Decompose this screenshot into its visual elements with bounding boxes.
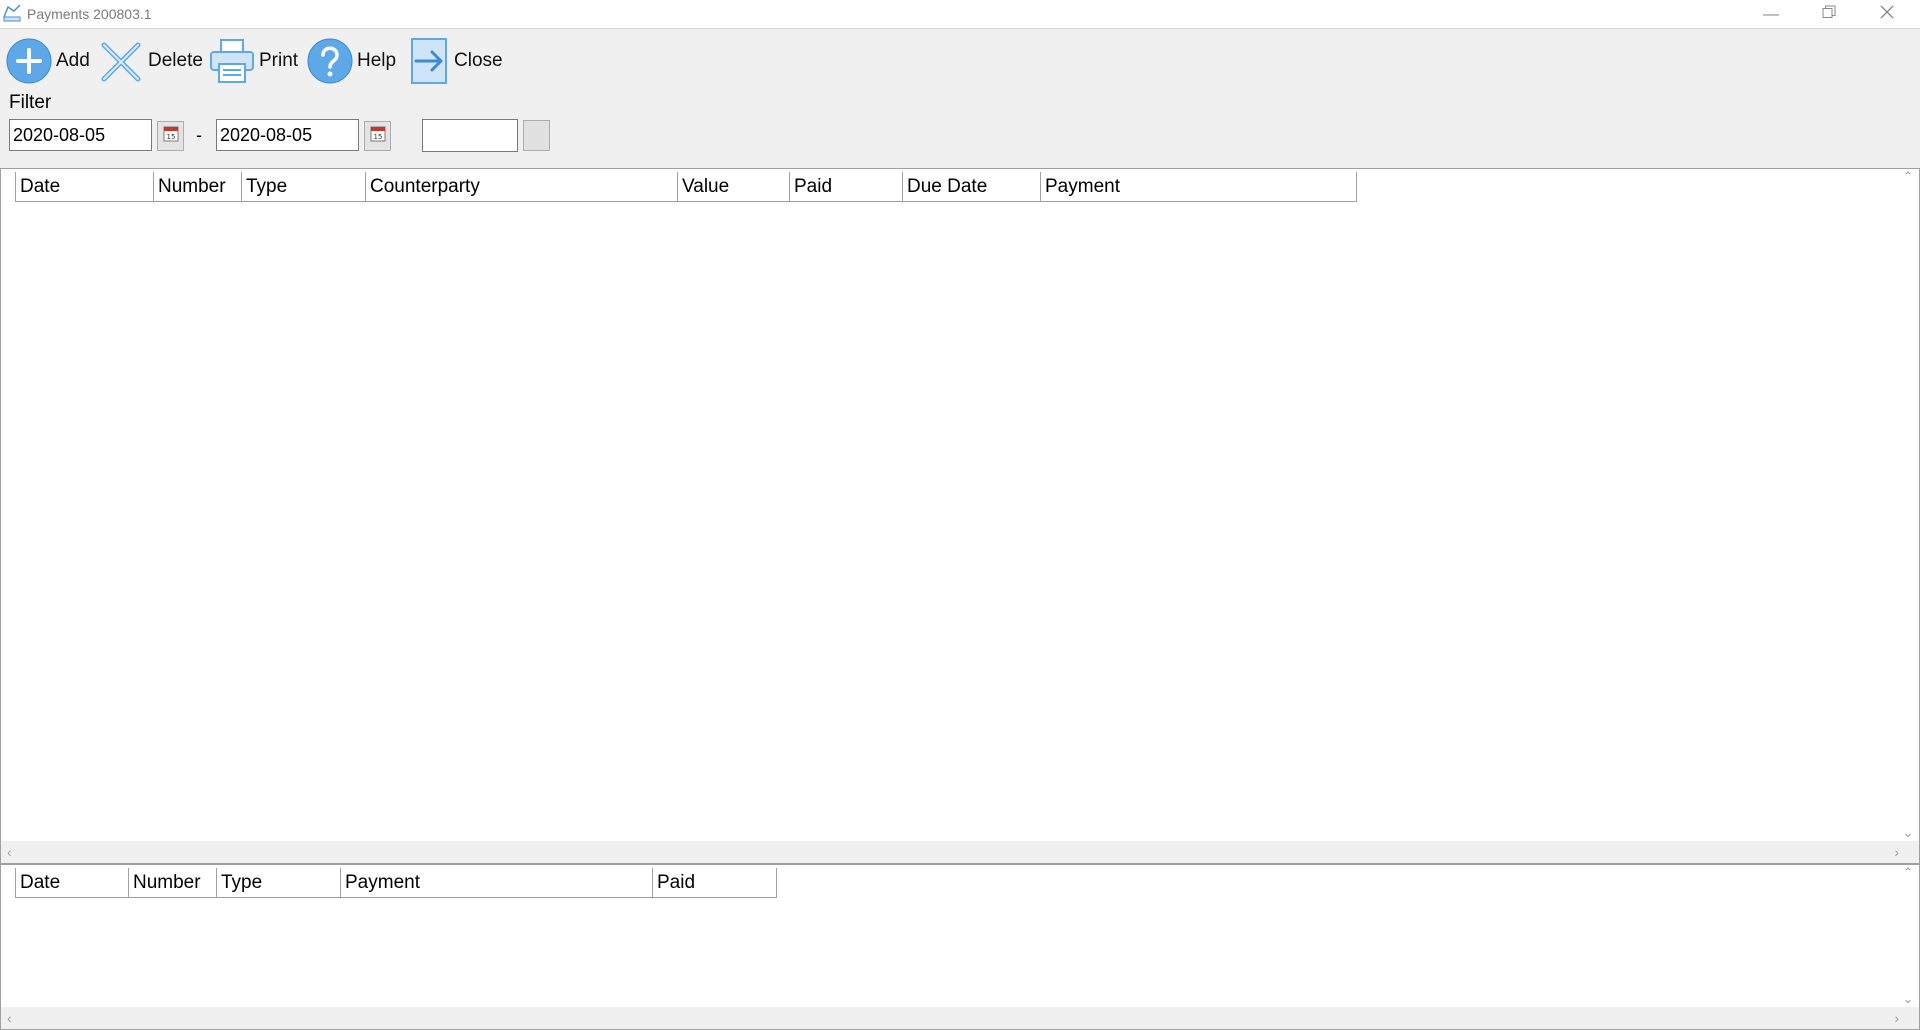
scroll-right-icon[interactable]: › <box>1894 844 1899 860</box>
column-header-date[interactable]: Date <box>15 172 153 202</box>
svg-text:15: 15 <box>373 133 382 141</box>
exit-arrow-icon <box>410 37 450 85</box>
close-button[interactable]: Close <box>410 36 503 86</box>
date-to-calendar-button[interactable]: 15 <box>364 121 391 151</box>
app-icon <box>2 3 24 23</box>
column-header-paid[interactable]: Paid <box>652 868 776 898</box>
close-window-button[interactable] <box>1858 0 1916 29</box>
payment-details-table-header: Date Number Type Payment Paid <box>15 868 777 898</box>
payments-table-header: Date Number Type Counterparty Value Paid… <box>15 172 1357 202</box>
minimize-icon: — <box>1763 5 1779 23</box>
payments-table[interactable]: Date Number Type Counterparty Value Paid… <box>0 168 1920 864</box>
date-range-separator: - <box>196 125 202 145</box>
plus-circle-icon <box>6 38 52 84</box>
minimize-button[interactable]: — <box>1742 0 1800 29</box>
close-icon <box>1880 5 1894 24</box>
payments-window: Payments 200803.1 — Add Delete Print Hel… <box>0 0 1920 1030</box>
window-title: Payments 200803.1 <box>27 6 152 22</box>
column-header-counterparty[interactable]: Counterparty <box>365 172 677 202</box>
column-header-value[interactable]: Value <box>677 172 789 202</box>
scroll-left-icon[interactable]: ‹ <box>7 844 12 860</box>
date-from-calendar-button[interactable]: 15 <box>157 121 184 151</box>
toolbar: Add Delete Print Help Close <box>0 30 1920 92</box>
column-header-type[interactable]: Type <box>241 172 365 202</box>
add-button[interactable]: Add <box>6 36 90 86</box>
details-table-horizontal-scrollbar[interactable]: ‹ › <box>1 1007 1919 1029</box>
filter-label: Filter <box>9 92 52 113</box>
column-header-paid[interactable]: Paid <box>789 172 902 202</box>
column-header-number[interactable]: Number <box>153 172 241 202</box>
column-header-payment[interactable]: Payment <box>1040 172 1356 202</box>
date-to-field[interactable]: 2020-08-05 <box>216 119 359 151</box>
payments-table-vertical-scrollbar[interactable]: ⌃ ⌄ <box>1897 169 1919 841</box>
calendar-icon: 15 <box>370 126 386 147</box>
close-label: Close <box>454 50 503 71</box>
title-bar: Payments 200803.1 — <box>0 0 1920 29</box>
restore-icon <box>1822 5 1836 24</box>
scroll-up-icon[interactable]: ⌃ <box>1903 865 1914 881</box>
delete-x-icon <box>100 39 144 83</box>
column-header-date[interactable]: Date <box>15 868 128 898</box>
column-header-type[interactable]: Type <box>216 868 340 898</box>
column-header-payment[interactable]: Payment <box>340 868 652 898</box>
delete-button[interactable]: Delete <box>100 36 203 86</box>
svg-text:15: 15 <box>166 133 175 141</box>
column-header-due-date[interactable]: Due Date <box>902 172 1040 202</box>
date-from-field[interactable]: 2020-08-05 <box>9 119 152 151</box>
details-table-vertical-scrollbar[interactable]: ⌃ ⌄ <box>1897 865 1919 1007</box>
add-label: Add <box>56 50 90 71</box>
scroll-left-icon[interactable]: ‹ <box>7 1010 12 1026</box>
payment-details-table[interactable]: Date Number Type Payment Paid ⌃ ⌄ ‹ › <box>0 864 1920 1030</box>
calendar-icon: 15 <box>163 126 179 147</box>
filter-apply-button[interactable] <box>523 120 550 151</box>
delete-label: Delete <box>148 50 203 71</box>
scroll-up-icon[interactable]: ⌃ <box>1903 169 1914 185</box>
restore-button[interactable] <box>1800 0 1858 29</box>
column-header-number[interactable]: Number <box>128 868 216 898</box>
scroll-down-icon[interactable]: ⌄ <box>1903 991 1914 1007</box>
scroll-right-icon[interactable]: › <box>1894 1010 1899 1026</box>
printer-icon <box>209 38 255 84</box>
payments-table-horizontal-scrollbar[interactable]: ‹ › <box>1 841 1919 863</box>
help-question-icon <box>307 38 353 84</box>
print-label: Print <box>259 50 299 71</box>
help-label: Help <box>357 50 397 71</box>
help-button[interactable]: Help <box>307 36 396 86</box>
scroll-down-icon[interactable]: ⌄ <box>1903 825 1914 841</box>
filter-text-field[interactable] <box>422 119 518 152</box>
print-button[interactable]: Print <box>209 36 298 86</box>
